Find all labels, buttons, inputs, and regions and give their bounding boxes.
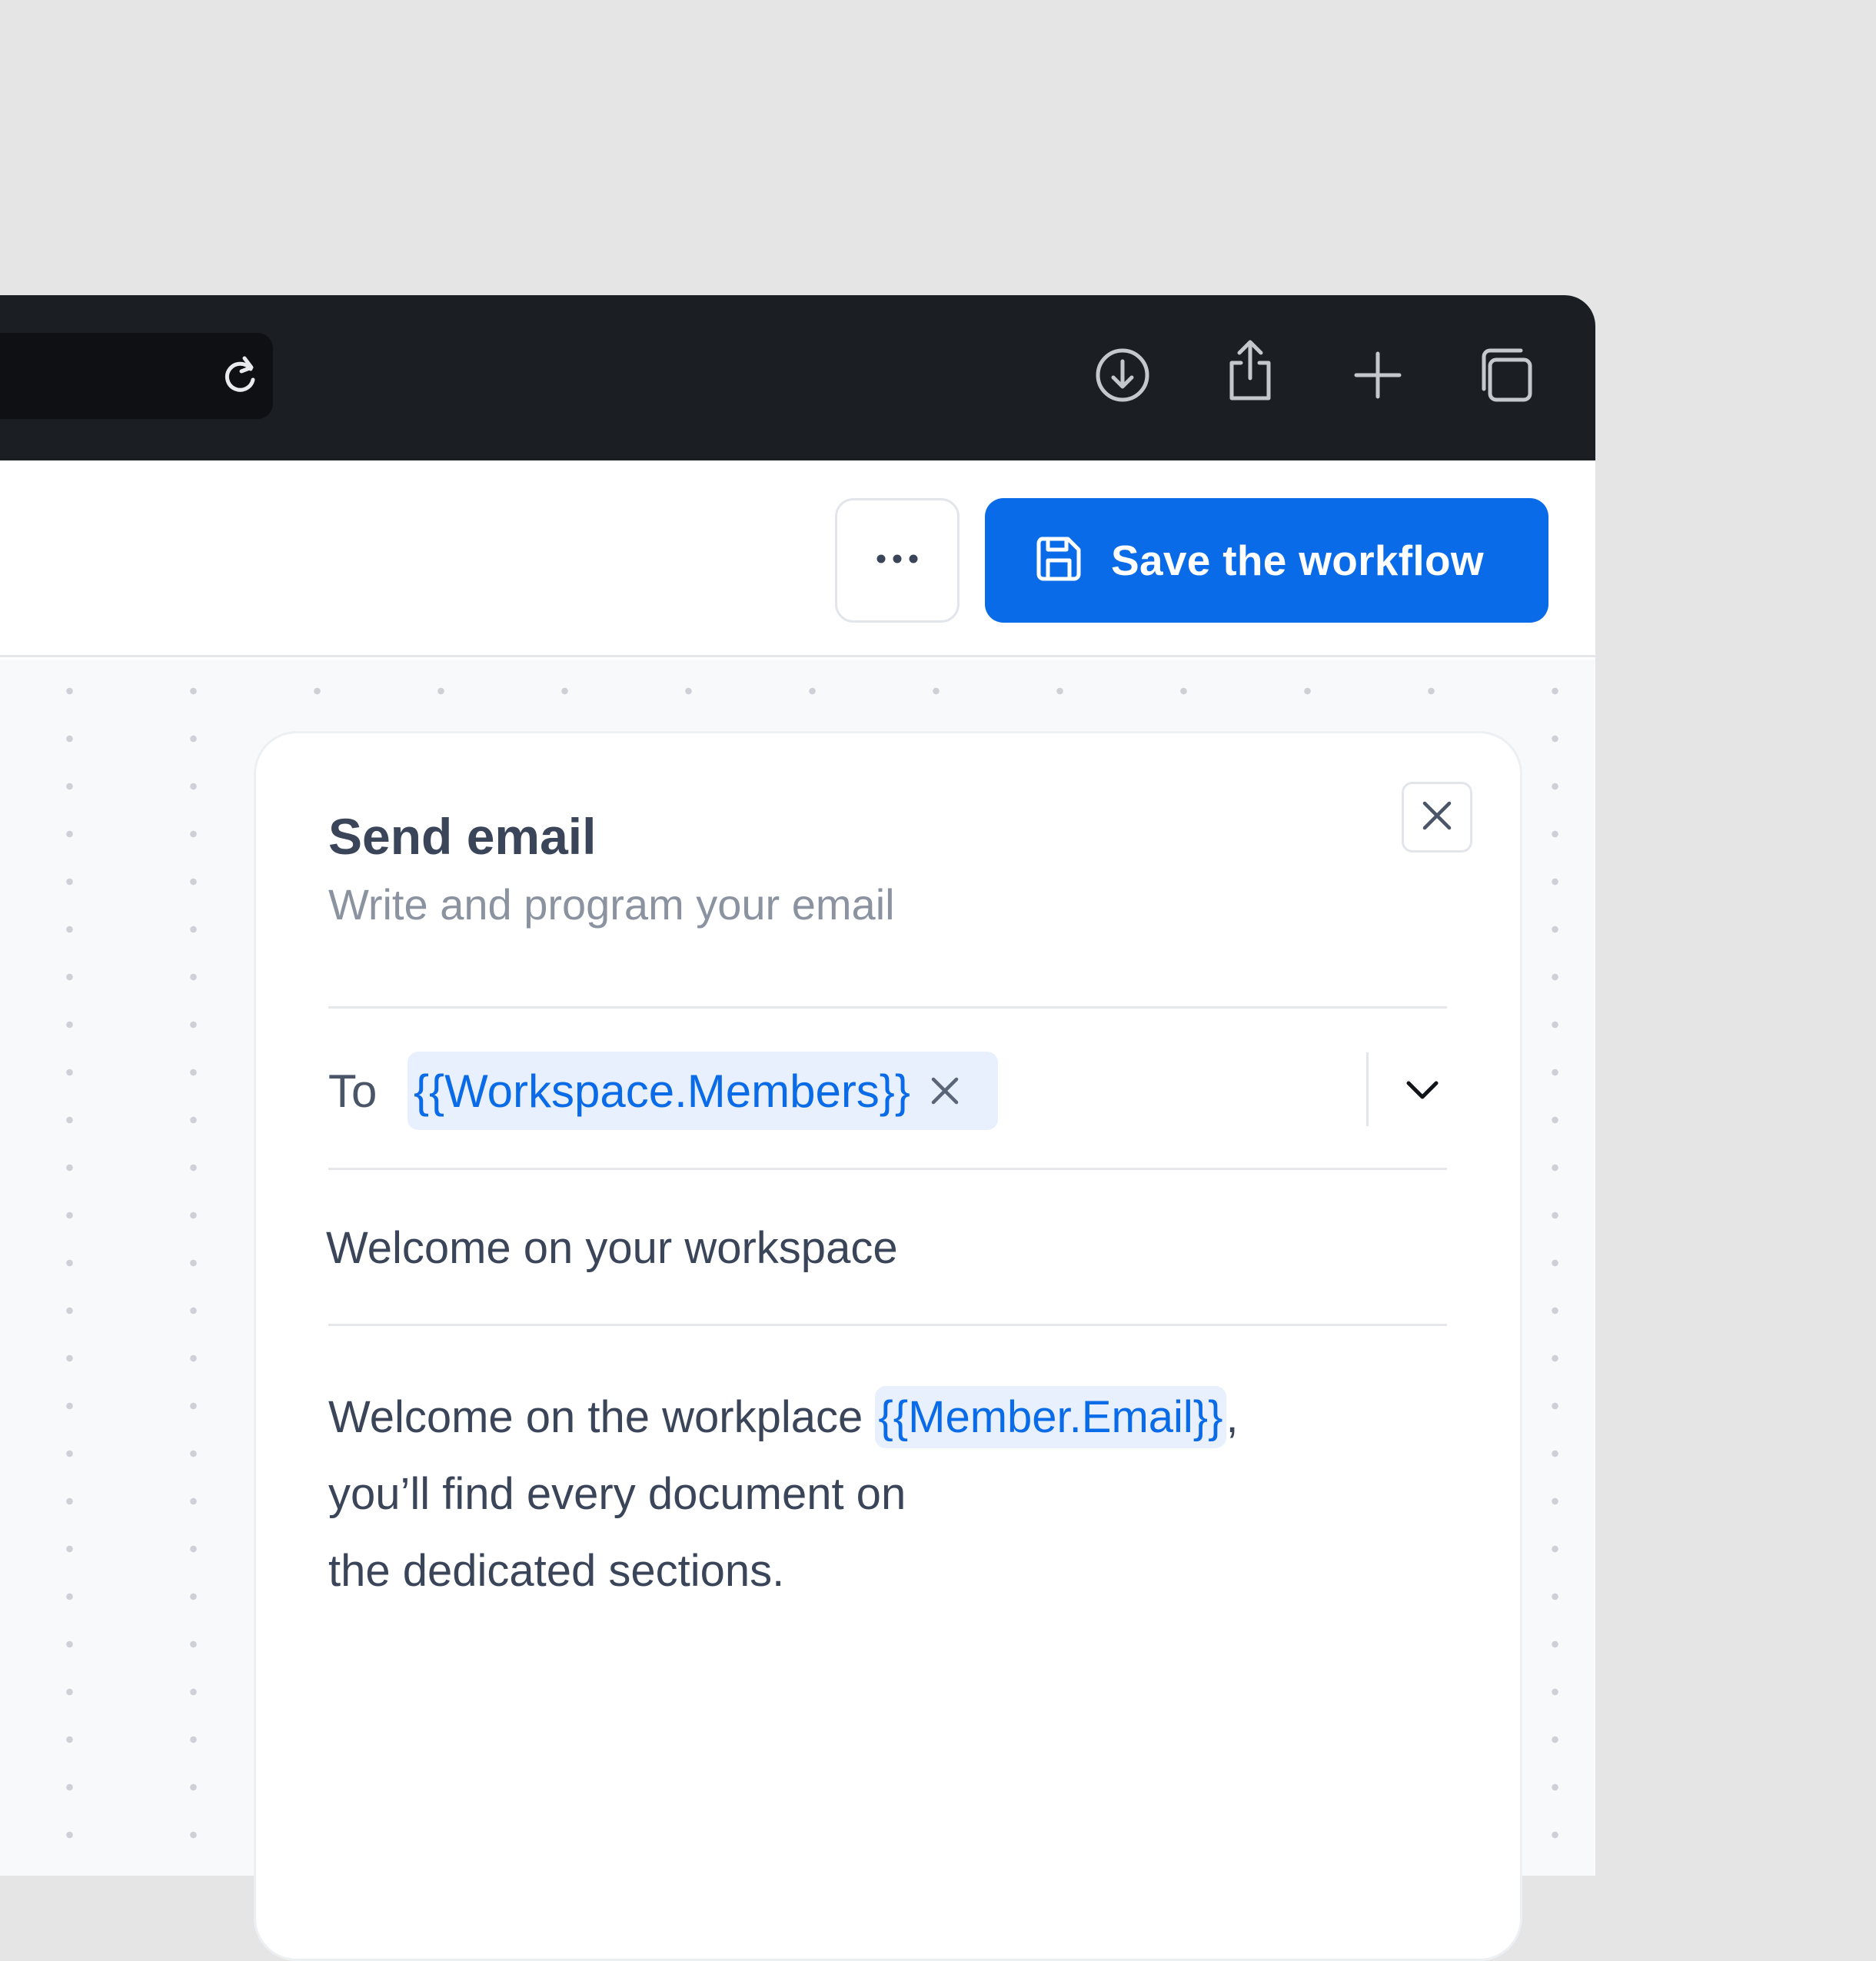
email-body-text: , <box>1226 1392 1239 1442</box>
tabs-icon[interactable] <box>1475 344 1536 406</box>
save-button-label: Save the workflow <box>1111 537 1484 584</box>
email-body-editor[interactable]: Welcome on the workplace {{Member.Email}… <box>328 1379 1420 1610</box>
email-body-line: Welcome on the workplace {{Member.Email}… <box>328 1379 1420 1456</box>
divider <box>328 1006 1447 1009</box>
to-label: To <box>328 1065 378 1117</box>
panel-subtitle: Write and program your email <box>328 880 895 929</box>
subject-field[interactable]: Welcome on your workspace <box>326 1222 898 1274</box>
email-body-line: the dedicated sections. <box>328 1546 785 1596</box>
recipient-separator <box>1366 1052 1369 1126</box>
divider <box>328 1324 1447 1326</box>
floppy-disk-icon <box>1036 536 1082 586</box>
close-icon <box>1422 800 1452 835</box>
member-email-variable[interactable]: {{Member.Email}} <box>875 1386 1226 1448</box>
email-body-line: you’ll find every document on <box>328 1469 906 1519</box>
more-options-button[interactable] <box>835 498 960 623</box>
more-dots-icon <box>876 553 919 568</box>
download-icon[interactable] <box>1092 344 1153 406</box>
chevron-down-icon <box>1405 1080 1439 1104</box>
close-panel-button[interactable] <box>1402 782 1472 853</box>
save-workflow-button[interactable]: Save the workflow <box>985 498 1548 623</box>
divider <box>328 1168 1447 1170</box>
email-body-text: Welcome on the workplace <box>328 1392 876 1442</box>
recipient-chip-text: {{Workspace.Members}} <box>414 1065 910 1117</box>
share-icon[interactable] <box>1219 340 1281 401</box>
reload-icon[interactable] <box>217 352 263 402</box>
panel-title: Send email <box>328 808 597 865</box>
recipient-dropdown-toggle[interactable] <box>1392 1061 1453 1122</box>
recipient-chip[interactable]: {{Workspace.Members}} <box>407 1052 998 1130</box>
chip-remove-icon[interactable] <box>930 1076 960 1105</box>
plus-icon[interactable] <box>1347 344 1409 406</box>
